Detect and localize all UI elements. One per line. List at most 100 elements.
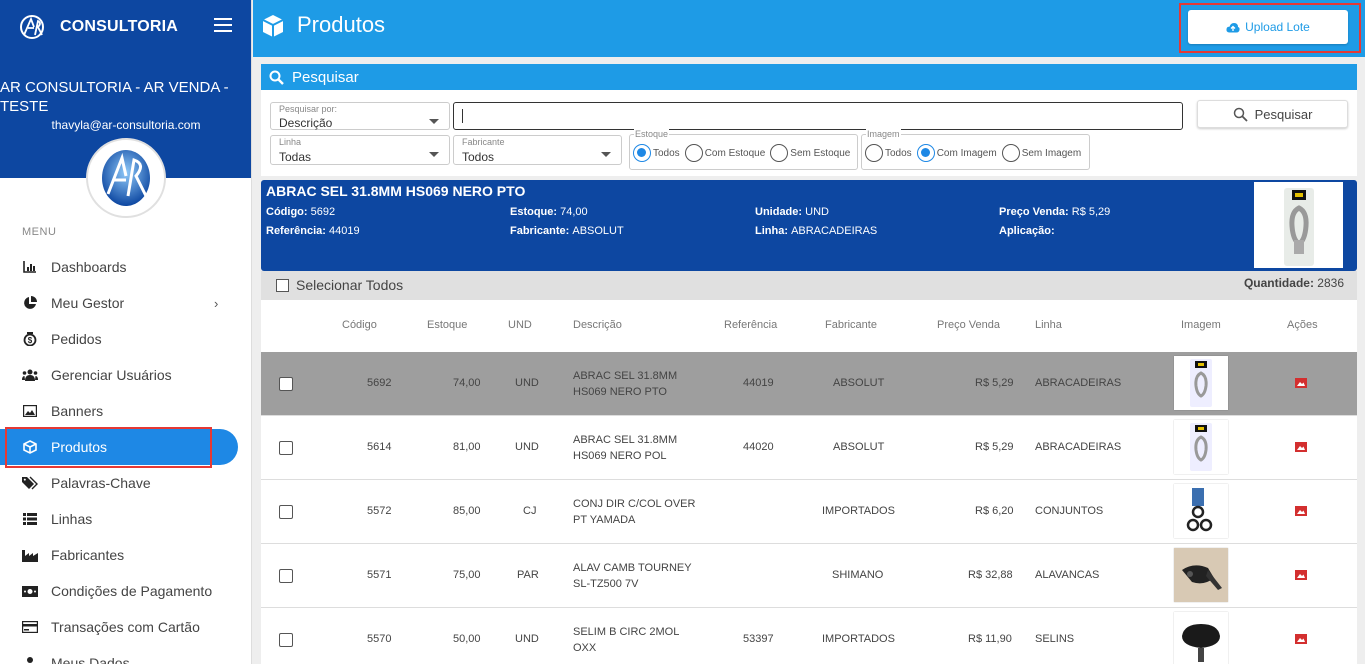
cell-fabricante: ABSOLUT (833, 377, 885, 389)
search-button[interactable]: Pesquisar (1197, 100, 1348, 128)
table-row[interactable]: 5572 85,00 CJ CONJ DIR C/COL OVER PT YAMA… (261, 480, 1357, 544)
hamburger-menu-icon[interactable] (214, 18, 232, 32)
product-detail-image[interactable] (1254, 182, 1343, 268)
column-header-linha[interactable]: Linha (1035, 319, 1062, 331)
ar-logo-icon (20, 15, 44, 39)
cash-icon (22, 583, 38, 599)
cell-descricao: ALAV CAMB TOURNEY SL-TZ500 7V (573, 562, 692, 590)
table-row[interactable]: 5614 81,00 UND ABRAC SEL 31.8MM HS069 NER… (261, 416, 1357, 480)
row-checkbox[interactable] (279, 505, 293, 519)
cell-preco: R$ 32,88 (968, 569, 1013, 581)
cell-codigo: 5572 (367, 505, 392, 517)
sidebar-item-produtos[interactable]: Produtos (0, 429, 238, 465)
sidebar-item-transacoes-cartao[interactable]: Transações com Cartão (0, 609, 251, 645)
fabricante-label: Fabricante (462, 137, 505, 147)
sidebar-item-condicoes-pagamento[interactable]: Condições de Pagamento (0, 573, 251, 609)
sidebar-item-dashboards[interactable]: Dashboards (0, 249, 251, 285)
cell-codigo: 5614 (367, 441, 392, 453)
column-header-codigo[interactable]: Código (342, 319, 377, 331)
search-panel-header: Pesquisar (261, 64, 1357, 90)
sidebar-item-gerenciar-usuarios[interactable]: Gerenciar Usuários (0, 357, 251, 393)
clamp-package-image (1190, 359, 1212, 407)
cell-descricao: ABRAC SEL 31.8MM HS069 NERO PTO (573, 370, 678, 398)
product-thumbnail[interactable] (1174, 484, 1228, 538)
cell-estoque: 81,00 (453, 441, 481, 453)
cell-und: UND (515, 441, 539, 453)
estoque-radio-com-estoque[interactable]: Com Estoque (684, 144, 765, 162)
search-icon (1233, 107, 1248, 122)
search-panel-title: Pesquisar (292, 68, 359, 86)
sidebar-item-palavras-chave[interactable]: Palavras-Chave (0, 465, 251, 501)
cell-estoque: 85,00 (453, 505, 481, 517)
product-thumbnail[interactable] (1174, 420, 1228, 474)
product-thumbnail[interactable] (1174, 356, 1228, 410)
column-header-fabricante[interactable]: Fabricante (825, 319, 877, 331)
sidebar-item-meu-gestor[interactable]: Meu Gestor › (0, 285, 251, 321)
detail-referencia: Referência: 44019 (266, 225, 360, 237)
sidebar-item-label: Pedidos (51, 331, 102, 347)
clamp-package-image (1190, 423, 1212, 471)
select-all-bar: Selecionar Todos Quantidade: 2836 (261, 271, 1357, 300)
select-all-checkbox[interactable] (276, 279, 289, 292)
fabricante-select[interactable]: Fabricante Todos (453, 135, 622, 165)
avatar[interactable] (86, 138, 166, 218)
imagem-radio-com-imagem[interactable]: Com Imagem (916, 144, 997, 162)
row-checkbox[interactable] (279, 569, 293, 583)
sidebar-item-fabricantes[interactable]: Fabricantes (0, 537, 251, 573)
page-header: Produtos Upload Lote (253, 0, 1365, 57)
cell-fabricante: IMPORTADOS (822, 633, 895, 645)
imagem-radio-sem-imagem[interactable]: Sem Imagem (1001, 144, 1081, 162)
column-header-und[interactable]: UND (508, 319, 532, 331)
text-cursor (462, 109, 463, 123)
cell-descricao: ABRAC SEL 31.8MM HS069 NERO POL (573, 434, 678, 462)
estoque-radio-sem-estoque[interactable]: Sem Estoque (770, 144, 850, 162)
column-header-acoes: Ações (1287, 319, 1318, 331)
dropdown-arrow-icon (601, 152, 611, 157)
table-row[interactable]: 5571 75,00 PAR ALAV CAMB TOURNEY SL-TZ500… (261, 544, 1357, 608)
product-detail-card: ABRAC SEL 31.8MM HS069 NERO PTO Código: … (261, 180, 1357, 271)
select-all-label[interactable]: Selecionar Todos (296, 277, 403, 293)
row-checkbox[interactable] (279, 377, 293, 391)
table-row[interactable]: 5570 50,00 UND SELIM B CIRC 2MOL OXX 5339… (261, 608, 1357, 664)
cell-linha: ABRACADEIRAS (1035, 441, 1122, 453)
sidebar-item-pedidos[interactable]: $ Pedidos (0, 321, 251, 357)
linha-select[interactable]: Linha Todas (270, 135, 450, 165)
sidebar-item-linhas[interactable]: Linhas (0, 501, 251, 537)
saddle-image (1182, 624, 1220, 662)
image-action-icon[interactable] (1295, 442, 1307, 452)
column-header-referencia[interactable]: Referência (724, 319, 777, 331)
product-thumbnail[interactable] (1174, 548, 1228, 602)
company-name: AR CONSULTORIA - AR VENDA - TESTE (0, 79, 229, 115)
column-header-preco-venda[interactable]: Preço Venda (937, 319, 1000, 331)
imagem-filter: Imagem Todos Com Imagem Sem Imagem (861, 129, 1090, 170)
cell-und: PAR (517, 569, 539, 581)
radio-icon (684, 144, 703, 162)
image-action-icon[interactable] (1295, 570, 1307, 580)
sidebar-item-label: Dashboards (51, 259, 127, 275)
cell-referencia: 44019 (743, 377, 774, 389)
sidebar-item-label: Meu Gestor (51, 295, 125, 311)
cell-referencia: 53397 (743, 633, 774, 645)
column-header-descricao[interactable]: Descrição (573, 319, 622, 331)
cell-preco: R$ 5,29 (975, 377, 1014, 389)
cell-fabricante: ABSOLUT (833, 441, 885, 453)
search-input[interactable] (453, 102, 1183, 130)
estoque-radio-todos[interactable]: Todos (633, 144, 680, 162)
linha-value: Todas (279, 150, 312, 164)
row-checkbox[interactable] (279, 633, 293, 647)
row-checkbox[interactable] (279, 441, 293, 455)
sidebar-item-meus-dados[interactable]: Meus Dados (0, 645, 251, 664)
column-header-estoque[interactable]: Estoque (427, 319, 467, 331)
imagem-radio-todos[interactable]: Todos (865, 144, 912, 162)
brand-logo-row[interactable]: CONSULTORIA (18, 12, 178, 42)
upload-lote-button[interactable]: Upload Lote (1188, 10, 1348, 44)
search-by-select[interactable]: Pesquisar por: Descrição (270, 102, 450, 130)
table-row[interactable]: 5692 74,00 UND ABRAC SEL 31.8MM HS069 NER… (261, 352, 1357, 416)
box-icon (262, 15, 284, 37)
sidebar-item-banners[interactable]: Banners (0, 393, 251, 429)
image-action-icon[interactable] (1295, 634, 1307, 644)
image-action-icon[interactable] (1295, 378, 1307, 388)
user-icon (22, 655, 38, 664)
image-action-icon[interactable] (1295, 506, 1307, 516)
product-thumbnail[interactable] (1174, 612, 1228, 664)
